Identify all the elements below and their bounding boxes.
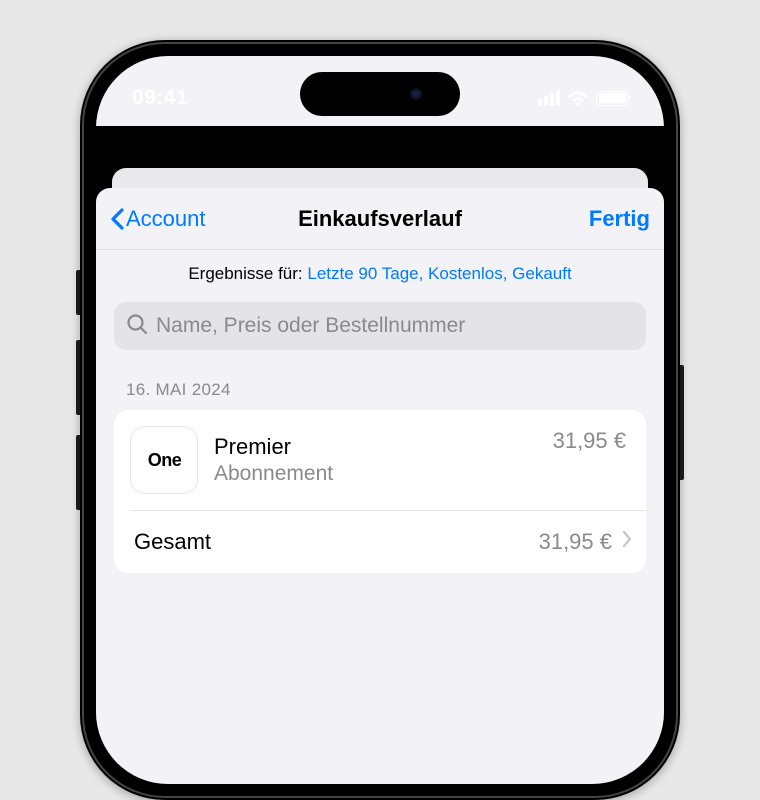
apple-one-text: One: [148, 450, 182, 471]
front-camera: [410, 88, 422, 100]
phone-silent-switch: [76, 270, 80, 315]
total-price: 31,95 €: [539, 529, 612, 555]
status-icons: [538, 90, 628, 106]
purchase-item[interactable]: One Premier Abonnement 31,95 €: [114, 410, 646, 510]
navigation-bar: Account Einkaufsverlauf Fertig: [96, 188, 664, 250]
battery-icon: [596, 91, 628, 106]
purchase-card: One Premier Abonnement 31,95 € Gesamt 31…: [114, 410, 646, 573]
filter-link[interactable]: Letzte 90 Tage, Kostenlos, Gekauft: [307, 264, 571, 283]
total-row[interactable]: Gesamt 31,95 €: [114, 511, 646, 573]
purchase-name: Premier: [214, 433, 537, 461]
filter-summary: Ergebnisse für: Letzte 90 Tage, Kostenlo…: [96, 250, 664, 302]
phone-power-button: [680, 365, 684, 480]
back-label: Account: [126, 206, 206, 232]
search-placeholder: Name, Preis oder Bestellnummer: [156, 314, 465, 338]
chevron-right-icon: [622, 530, 632, 553]
total-label: Gesamt: [134, 529, 529, 555]
purchase-type: Abonnement: [214, 461, 537, 487]
purchase-price: 31,95 €: [553, 428, 626, 454]
dynamic-island: [300, 72, 460, 116]
purchase-date-header: 16. MAI 2024: [96, 350, 664, 410]
chevron-left-icon: [110, 208, 124, 230]
purchase-history-sheet: Account Einkaufsverlauf Fertig Ergebniss…: [96, 188, 664, 784]
back-button[interactable]: Account: [110, 206, 206, 232]
done-button[interactable]: Fertig: [589, 206, 650, 232]
purchase-details: Premier Abonnement: [214, 433, 537, 487]
page-title: Einkaufsverlauf: [298, 206, 462, 232]
filter-prefix: Ergebnisse für:: [188, 264, 307, 283]
status-time: 09:41: [132, 86, 188, 110]
cellular-signal-icon: [538, 90, 560, 106]
search-icon: [126, 313, 148, 340]
phone-frame: 09:41: [80, 40, 680, 800]
phone-volume-up: [76, 340, 80, 415]
search-input[interactable]: Name, Preis oder Bestellnummer: [114, 302, 646, 350]
wifi-icon: [567, 90, 589, 106]
phone-volume-down: [76, 435, 80, 510]
app-icon-apple-one: One: [130, 426, 198, 494]
phone-screen: 09:41: [96, 56, 664, 784]
